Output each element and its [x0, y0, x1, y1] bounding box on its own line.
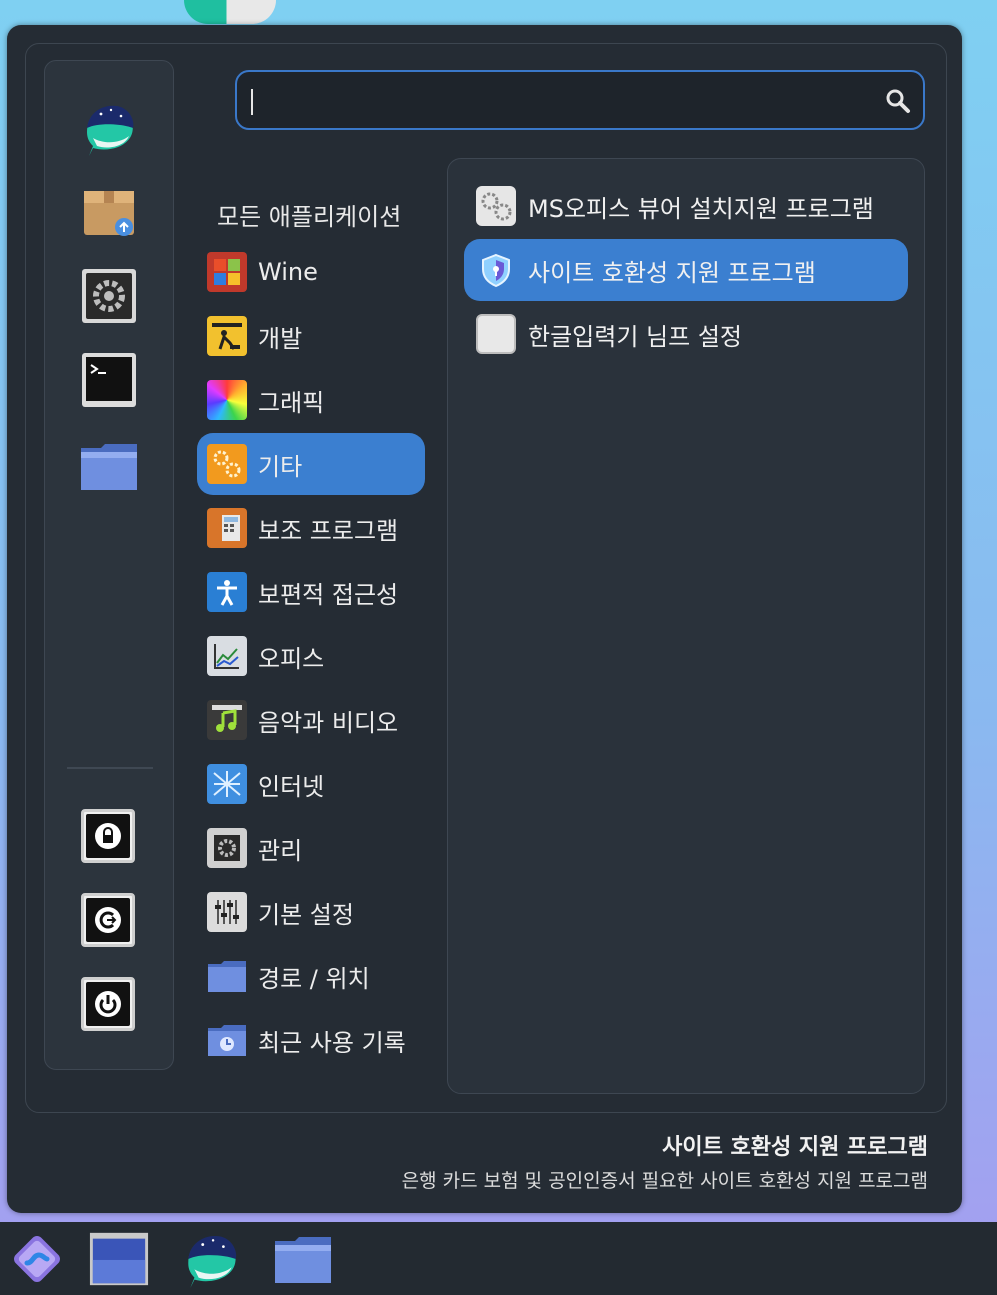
file-manager-taskbar-button[interactable] [272, 1228, 334, 1290]
nimf-icon [476, 314, 516, 354]
all-applications-header[interactable]: 모든 애플리케이션 [217, 197, 401, 232]
wine-icon [207, 252, 247, 292]
other-icon [207, 444, 247, 484]
gears-icon [476, 186, 516, 226]
category-label: 음악과 비디오 [258, 708, 399, 737]
development-icon [207, 316, 247, 356]
category-label: 그래픽 [258, 388, 325, 417]
office-icon [207, 636, 247, 676]
accessories-icon [207, 508, 247, 548]
search-input[interactable] [253, 82, 877, 120]
package-installer-icon[interactable] [78, 181, 140, 243]
category-office[interactable]: 오피스 [197, 625, 425, 687]
category-label: 인터넷 [258, 772, 325, 801]
app-label: 한글입력기 님프 설정 [528, 322, 742, 351]
whale-browser-taskbar-button[interactable] [180, 1228, 242, 1290]
category-other[interactable]: 기타 [197, 433, 425, 495]
category-administration[interactable]: 관리 [197, 817, 425, 879]
app-nimf-settings[interactable]: 한글입력기 님프 설정 [464, 303, 908, 365]
show-desktop-button[interactable] [88, 1228, 150, 1290]
category-label: 최근 사용 기록 [258, 1028, 406, 1057]
graphics-icon [207, 380, 247, 420]
category-label: 오피스 [258, 644, 325, 673]
folder-icon[interactable] [78, 435, 140, 497]
category-recent[interactable]: 최근 사용 기록 [197, 1009, 425, 1071]
terminal-icon[interactable] [78, 349, 140, 411]
start-menu-icon [14, 1236, 60, 1282]
recent-icon [207, 1020, 247, 1060]
app-ms-office-viewer-installer[interactable]: MS오피스 뷰어 설치지원 프로그램 [464, 175, 908, 237]
power-button[interactable] [81, 977, 135, 1031]
category-preferences[interactable]: 기본 설정 [197, 881, 425, 943]
app-site-compatibility[interactable]: 사이트 호환성 지원 프로그램 [464, 239, 908, 301]
logout-button[interactable] [81, 893, 135, 947]
search-box[interactable] [235, 70, 925, 130]
app-description-body: 은행 카드 보험 및 공인인증서 필요한 사이트 호환성 지원 프로그램 [401, 1170, 928, 1192]
lock-screen-button[interactable] [81, 809, 135, 863]
multimedia-icon [207, 700, 247, 740]
taskbar [0, 1222, 997, 1295]
category-development[interactable]: 개발 [197, 305, 425, 367]
category-label: 경로 / 위치 [258, 964, 370, 993]
category-label: 관리 [258, 836, 303, 865]
category-label: 기타 [258, 452, 303, 481]
category-accessories[interactable]: 보조 프로그램 [197, 497, 425, 559]
category-places[interactable]: 경로 / 위치 [197, 945, 425, 1007]
category-internet[interactable]: 인터넷 [197, 753, 425, 815]
file-manager-icon [275, 1237, 331, 1283]
show-desktop-icon [89, 1232, 149, 1286]
logout-icon [86, 898, 130, 942]
preferences-icon [207, 892, 247, 932]
internet-icon [207, 764, 247, 804]
category-label: 개발 [258, 324, 303, 353]
whale-browser-icon [188, 1235, 237, 1288]
category-label: 보조 프로그램 [258, 516, 399, 545]
category-label: 기본 설정 [258, 900, 354, 929]
places-icon [207, 956, 247, 996]
category-wine[interactable]: Wine [197, 241, 425, 303]
app-label: MS오피스 뷰어 설치지원 프로그램 [528, 194, 874, 223]
shield-icon [476, 250, 516, 290]
whale-browser-icon[interactable] [78, 97, 140, 159]
power-icon [86, 982, 130, 1026]
applications-list: MS오피스 뷰어 설치지원 프로그램 사이트 호환성 지원 프로그램 한글입력기… [447, 158, 925, 1094]
app-label: 사이트 호환성 지원 프로그램 [528, 258, 816, 287]
start-menu-button[interactable] [6, 1228, 68, 1290]
application-menu: 모든 애플리케이션 Wine 개발 그래픽 기타 보조 프로그램 보편적 접근성 [7, 25, 962, 1213]
app-description-title: 사이트 호환성 지원 프로그램 [662, 1135, 928, 1160]
administration-icon [207, 828, 247, 868]
category-label: Wine [258, 258, 318, 286]
category-multimedia[interactable]: 음악과 비디오 [197, 689, 425, 751]
sidebar-separator [67, 767, 153, 769]
category-label: 보편적 접근성 [258, 580, 399, 609]
search-icon[interactable] [885, 88, 911, 114]
favorites-sidebar [44, 60, 174, 1070]
settings-manager-icon[interactable] [78, 265, 140, 327]
category-graphics[interactable]: 그래픽 [197, 369, 425, 431]
lock-screen-icon [86, 814, 130, 858]
accessibility-icon [207, 572, 247, 612]
category-accessibility[interactable]: 보편적 접근성 [197, 561, 425, 623]
background-window-icon [184, 0, 276, 24]
